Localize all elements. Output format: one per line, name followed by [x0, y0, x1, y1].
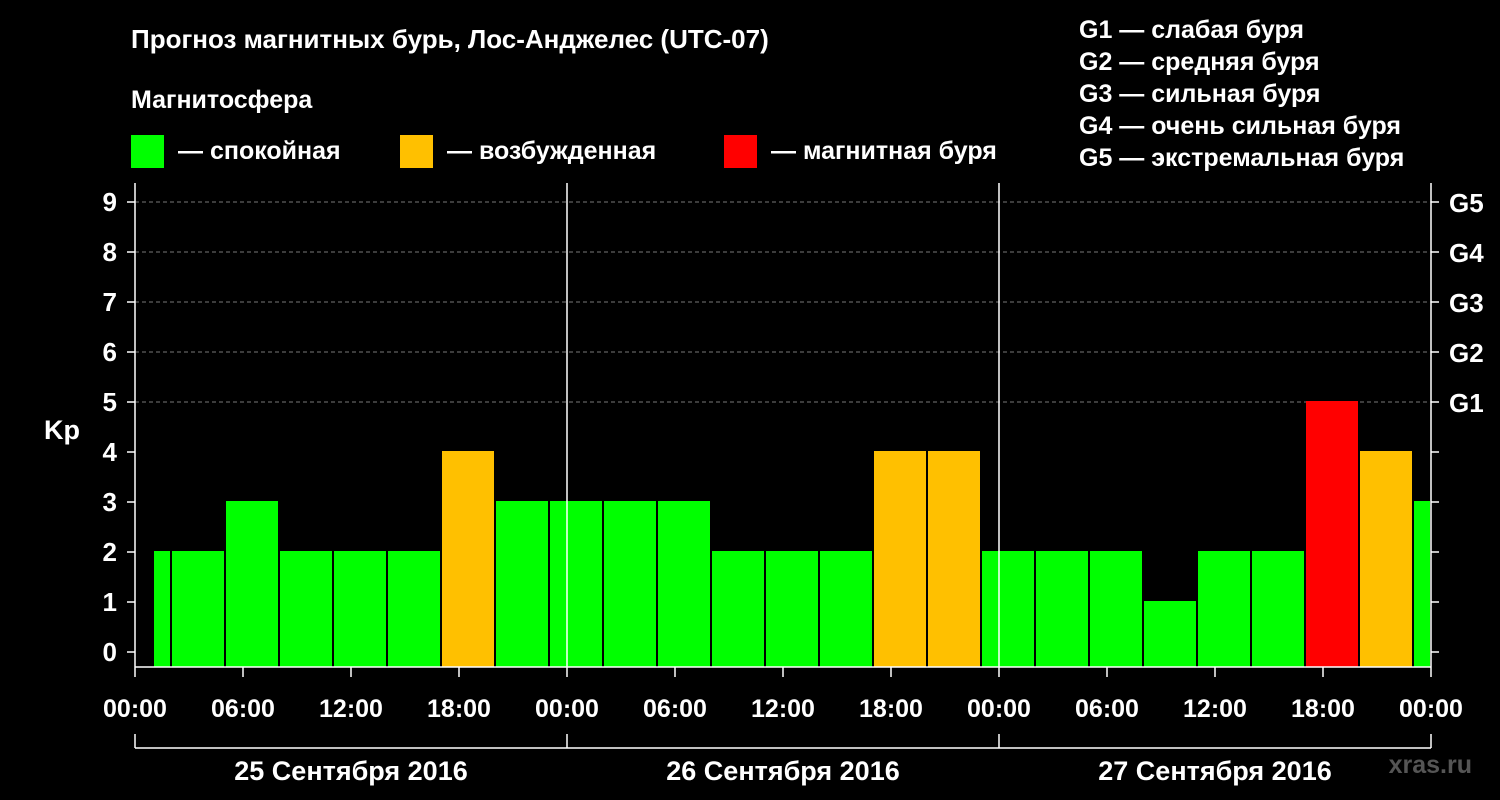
x-tick-label-0: 00:00: [103, 695, 167, 723]
kp-bar-4: [334, 551, 386, 667]
g-level-label-G3: G3: [1449, 288, 1484, 318]
g-level-label-G5: G5: [1449, 188, 1484, 218]
y-tick-label-4: 4: [103, 437, 118, 467]
y-axis-title: Kp: [44, 415, 80, 445]
x-tick-label-6: 12:00: [751, 695, 815, 723]
x-tick-label-2: 12:00: [319, 695, 383, 723]
kp-bar-10: [658, 501, 710, 667]
y-tick-label-7: 7: [103, 287, 117, 317]
y-tick-label-6: 6: [103, 337, 117, 367]
kp-bar-22: [1306, 401, 1358, 667]
kp-bar-11: [712, 551, 764, 667]
kp-bar-6: [442, 451, 494, 667]
g-level-label-G2: G2: [1449, 338, 1484, 368]
x-tick-label-4: 00:00: [535, 695, 599, 723]
x-tick-label-10: 12:00: [1183, 695, 1247, 723]
watermark: xras.ru: [1388, 751, 1472, 779]
x-tick-label-7: 18:00: [859, 695, 923, 723]
kp-bar-0: [154, 551, 170, 667]
y-tick-label-2: 2: [103, 537, 117, 567]
kp-bar-3: [280, 551, 332, 667]
x-tick-label-3: 18:00: [427, 695, 491, 723]
kp-bar-13: [820, 551, 872, 667]
kp-bar-5: [388, 551, 440, 667]
kp-bar-18: [1090, 551, 1142, 667]
kp-bar-17: [1036, 551, 1088, 667]
kp-bar-24: [1414, 501, 1430, 667]
kp-bar-7: [496, 501, 548, 667]
day-label-1: 25 Сентября 2016: [234, 756, 467, 786]
day-label-3: 27 Сентября 2016: [1098, 756, 1331, 786]
kp-bar-chart: 0 1 2 3 4 5 6 7 8 9 G1 G2 G3 G4 G5 Kp 00:00 06:00 12:00 18:…: [44, 183, 1484, 786]
kp-bar-9: [604, 501, 656, 667]
y-tick-label-1: 1: [103, 587, 117, 617]
kp-bar-1: [172, 551, 224, 667]
kp-bar-14: [874, 451, 926, 667]
x-tick-label-8: 00:00: [967, 695, 1031, 723]
kp-bar-20: [1198, 551, 1250, 667]
x-tick-label-12: 00:00: [1399, 695, 1463, 723]
x-tick-label-11: 18:00: [1291, 695, 1355, 723]
kp-bar-19: [1144, 601, 1196, 667]
kp-bar-12: [766, 551, 818, 667]
y-tick-label-9: 9: [103, 187, 117, 217]
x-tick-label-9: 06:00: [1075, 695, 1139, 723]
kp-bar-21: [1252, 551, 1304, 667]
kp-bar-8: [550, 501, 602, 667]
day-label-2: 26 Сентября 2016: [666, 756, 899, 786]
y-tick-label-3: 3: [103, 487, 117, 517]
y-tick-label-8: 8: [103, 237, 117, 267]
y-tick-label-5: 5: [103, 387, 117, 417]
y-tick-label-0: 0: [103, 637, 117, 667]
kp-bar-23: [1360, 451, 1412, 667]
g-level-label-G1: G1: [1449, 388, 1484, 418]
x-tick-label-1: 06:00: [211, 695, 275, 723]
kp-bar-2: [226, 501, 278, 667]
kp-bar-16: [982, 551, 1034, 667]
x-tick-label-5: 06:00: [643, 695, 707, 723]
kp-bar-15: [928, 451, 980, 667]
g-level-label-G4: G4: [1449, 238, 1484, 268]
